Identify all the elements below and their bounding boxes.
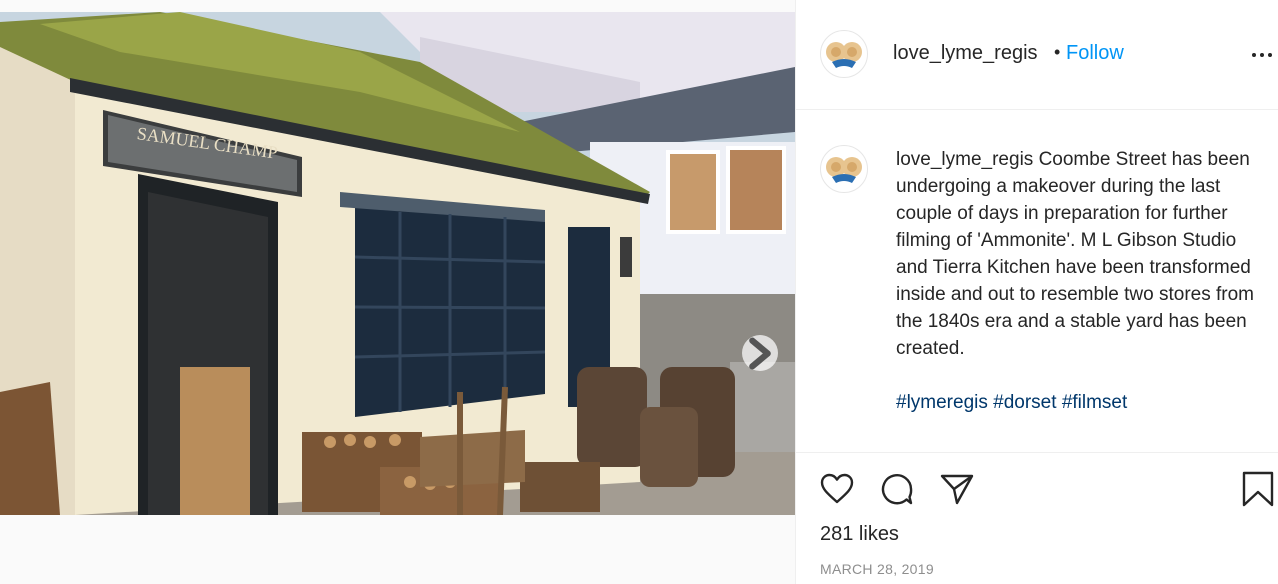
post-sidebar: love_lyme_regis • Follow love_lyme_regis bbox=[795, 0, 1278, 584]
post-photo[interactable]: SAMUEL CHAMP bbox=[0, 12, 795, 515]
post-header: love_lyme_regis • Follow bbox=[796, 0, 1278, 110]
photo-bottom-space bbox=[0, 515, 795, 584]
hashtag-link[interactable]: #dorset bbox=[993, 392, 1056, 413]
follow-button[interactable]: Follow bbox=[1066, 42, 1124, 65]
bookmark-icon[interactable] bbox=[1239, 470, 1277, 508]
caption-avatar[interactable] bbox=[820, 145, 868, 193]
heart-icon[interactable] bbox=[818, 470, 856, 508]
more-options-icon[interactable] bbox=[1249, 42, 1275, 68]
separator-dot: • bbox=[1054, 42, 1061, 62]
hashtag-link[interactable]: #lymeregis bbox=[896, 392, 988, 413]
hashtag-link[interactable]: #filmset bbox=[1062, 392, 1127, 413]
caption-body: Coombe Street has been undergoing a make… bbox=[896, 149, 1255, 359]
caption-username[interactable]: love_lyme_regis bbox=[896, 149, 1033, 170]
avatar[interactable] bbox=[820, 30, 868, 78]
shop-front-image: SAMUEL CHAMP bbox=[0, 12, 795, 515]
next-photo-button[interactable] bbox=[742, 335, 778, 371]
comment-icon[interactable] bbox=[878, 470, 916, 508]
likes-count[interactable]: 281 likes bbox=[820, 523, 899, 546]
share-icon[interactable] bbox=[938, 470, 976, 508]
ammonite-logo-icon bbox=[823, 148, 865, 190]
caption-text: love_lyme_regis Coombe Street has been u… bbox=[896, 146, 1254, 416]
hashtag-list: #lymeregis #dorset #filmset bbox=[896, 389, 1254, 416]
caption-section: love_lyme_regis Coombe Street has been u… bbox=[796, 111, 1278, 451]
post-date[interactable]: MARCH 28, 2019 bbox=[820, 561, 934, 577]
ammonite-logo-icon bbox=[823, 33, 865, 75]
post-actions: 281 likes MARCH 28, 2019 bbox=[796, 452, 1278, 584]
chevron-right-icon bbox=[749, 337, 771, 369]
post-username[interactable]: love_lyme_regis bbox=[893, 42, 1038, 65]
instagram-post: SAMUEL CHAMP love_lyme_regis • Follow lo… bbox=[0, 0, 1278, 584]
